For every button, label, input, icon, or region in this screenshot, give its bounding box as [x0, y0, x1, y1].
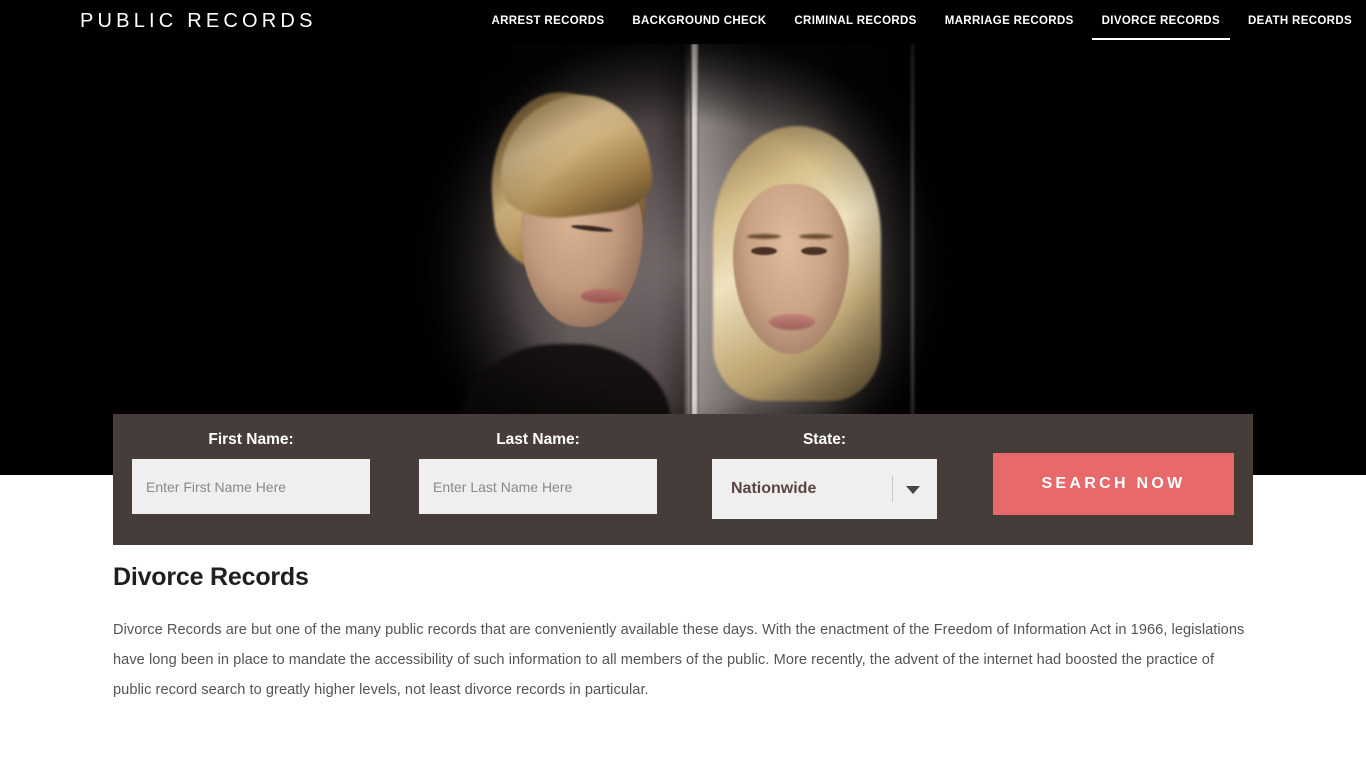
nav-item-divorce-records[interactable]: DIVORCE RECORDS: [1088, 14, 1234, 40]
hero-image-couple: [403, 44, 963, 475]
hero-image-vignette: [403, 44, 963, 475]
nav-item-marriage-records[interactable]: MARRIAGE RECORDS: [931, 14, 1088, 40]
last-name-input[interactable]: [419, 459, 657, 514]
nav-item-death-records[interactable]: DEATH RECORDS: [1234, 14, 1366, 40]
site-header: PUBLIC RECORDS ARREST RECORDS BACKGROUND…: [0, 0, 1366, 44]
last-name-label: Last Name:: [496, 431, 580, 448]
nav-item-background-check[interactable]: BACKGROUND CHECK: [618, 14, 780, 40]
first-name-input[interactable]: [132, 459, 370, 514]
state-field-group: State: Nationwide: [712, 431, 937, 519]
chevron-down-icon: [906, 486, 920, 494]
main-content: Divorce Records Divorce Records are but …: [113, 560, 1253, 732]
state-select-divider: [892, 476, 893, 502]
first-name-label: First Name:: [208, 431, 294, 448]
intro-paragraph: Divorce Records are but one of the many …: [113, 622, 1245, 698]
record-search-form: First Name: Last Name: State: Nationwide…: [113, 414, 1253, 545]
nav-item-criminal-records[interactable]: CRIMINAL RECORDS: [780, 14, 930, 40]
page-title: Divorce Records: [113, 563, 309, 591]
last-name-field-group: Last Name:: [419, 431, 657, 514]
hero-banner: [0, 44, 1366, 475]
state-select[interactable]: Nationwide: [712, 459, 937, 519]
state-select-value: Nationwide: [731, 480, 817, 497]
nav-item-arrest-records[interactable]: ARREST RECORDS: [477, 14, 618, 40]
site-logo[interactable]: PUBLIC RECORDS: [80, 10, 317, 33]
state-label: State:: [802, 431, 847, 448]
first-name-field-group: First Name:: [132, 431, 370, 514]
search-now-button[interactable]: SEARCH NOW: [993, 453, 1234, 515]
main-navigation: ARREST RECORDS BACKGROUND CHECK CRIMINAL…: [477, 14, 1366, 40]
